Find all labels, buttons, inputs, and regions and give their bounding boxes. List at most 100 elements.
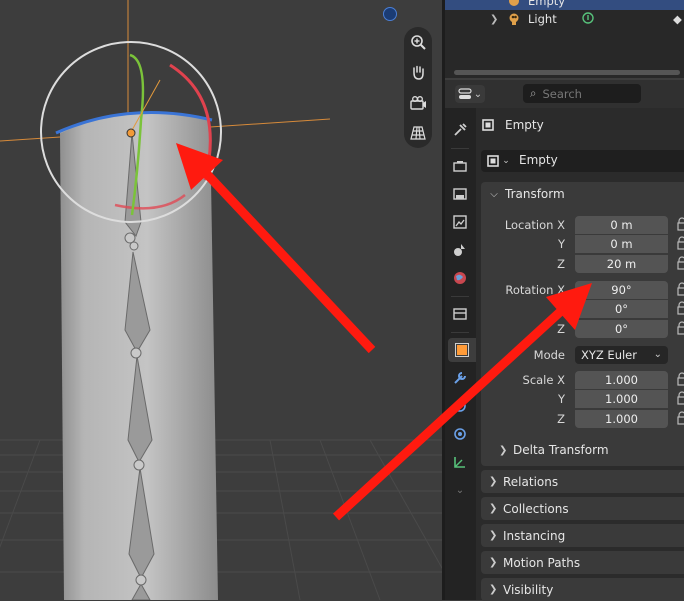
- object-properties: Empty ⌄ Empty ⌵ Transform Location X 0 m…: [481, 108, 684, 601]
- zoom-icon[interactable]: [407, 31, 429, 53]
- visibility-panel[interactable]: ❯ Visibility: [481, 578, 684, 601]
- properties-tabs: ⌄: [445, 108, 476, 600]
- chevron-right-icon: ❯: [489, 476, 498, 487]
- panel-title: Relations: [503, 474, 559, 489]
- visibility-eye-icon[interactable]: ◆: [673, 12, 682, 26]
- outliner-item-label: Light: [528, 12, 557, 26]
- outliner-row-light[interactable]: ❯ Light ◆: [445, 10, 684, 28]
- motion-paths-panel[interactable]: ❯ Motion Paths: [481, 551, 684, 574]
- editor-type-button[interactable]: ⌄: [455, 85, 485, 103]
- rotation-z-row: Z 0°: [481, 319, 684, 339]
- world-tab-icon[interactable]: [448, 266, 472, 290]
- relations-panel[interactable]: ❯ Relations: [481, 470, 684, 493]
- panel-title: Motion Paths: [503, 555, 581, 570]
- lock-icon[interactable]: [677, 301, 684, 315]
- object-tab-icon[interactable]: [448, 338, 476, 362]
- search-icon: ⌕: [530, 86, 537, 100]
- panel-title: Transform: [505, 187, 565, 201]
- field-label: Z: [557, 322, 565, 336]
- outliner-item-label: Empty: [528, 0, 566, 8]
- chevron-right-icon: ❯: [489, 557, 498, 568]
- lock-icon[interactable]: [677, 282, 684, 296]
- transform-panel: ⌵ Transform Location X 0 m Y 0 m Z 20 m …: [481, 182, 684, 466]
- scale-x-row: Scale X 1.000: [481, 370, 684, 390]
- rotation-x-field[interactable]: 90°: [575, 281, 668, 299]
- lock-icon[interactable]: [677, 391, 684, 405]
- object-title-text: Empty: [505, 118, 544, 132]
- empty-object-icon: [507, 0, 521, 8]
- field-label: Y: [557, 392, 565, 406]
- rotation-mode-value: XYZ Euler: [581, 348, 637, 362]
- scale-z-row: Z 1.000: [481, 409, 684, 429]
- perspective-grid-icon[interactable]: [407, 122, 429, 144]
- panel-title: Visibility: [503, 582, 554, 597]
- physics-tab-icon[interactable]: [448, 422, 472, 446]
- object-square-icon: [487, 155, 500, 167]
- field-label: Y: [557, 302, 565, 316]
- light-bulb-icon: [507, 12, 521, 26]
- properties-search-input[interactable]: ⌕ Search: [523, 84, 641, 103]
- lock-icon[interactable]: [677, 236, 684, 250]
- field-label: Scale X: [522, 373, 565, 387]
- collections-panel[interactable]: ❯ Collections: [481, 497, 684, 520]
- output-tab-icon[interactable]: [448, 182, 472, 206]
- lock-icon[interactable]: [677, 321, 684, 335]
- rotation-mode-select[interactable]: XYZ Euler ⌄: [575, 346, 668, 364]
- chevron-right-icon: ❯: [489, 503, 498, 514]
- chevron-down-icon: ⌄: [653, 349, 662, 360]
- chevron-right-icon: ❯: [499, 444, 508, 456]
- scale-y-field[interactable]: 1.000: [575, 390, 668, 408]
- camera-view-indicator[interactable]: [383, 7, 397, 21]
- instancing-panel[interactable]: ❯ Instancing: [481, 524, 684, 547]
- subpanel-title: Delta Transform: [513, 443, 609, 457]
- rotation-z-field[interactable]: 0°: [575, 320, 668, 338]
- constraints-tab-icon[interactable]: [448, 450, 472, 474]
- more-tabs-chevron-icon[interactable]: ⌄: [448, 478, 472, 502]
- editor-type-icon: [458, 88, 472, 99]
- lock-icon[interactable]: [677, 217, 684, 231]
- object-type-dropdown[interactable]: ⌄: [484, 152, 512, 170]
- scale-x-field[interactable]: 1.000: [575, 371, 668, 389]
- pan-hand-icon[interactable]: [407, 61, 429, 83]
- 3d-viewport[interactable]: [0, 0, 442, 600]
- modifier-wrench-icon[interactable]: [448, 366, 472, 390]
- field-label: Rotation X: [505, 283, 565, 297]
- light-data-icon[interactable]: [581, 11, 595, 28]
- outliner-row-empty[interactable]: Empty: [445, 0, 684, 10]
- field-label: Y: [557, 237, 565, 251]
- expand-arrow-icon[interactable]: ❯: [490, 14, 498, 25]
- scale-z-field[interactable]: 1.000: [575, 410, 668, 428]
- rotation-x-row: Rotation X 90°: [481, 280, 684, 300]
- tool-tab-icon[interactable]: [448, 118, 472, 142]
- field-label: Location X: [504, 218, 565, 232]
- rotation-y-row: Y 0°: [481, 299, 684, 319]
- view-layer-tab-icon[interactable]: [448, 210, 472, 234]
- object-title: Empty: [481, 118, 544, 132]
- camera-view-icon[interactable]: [407, 92, 429, 114]
- panel-title: Instancing: [503, 528, 566, 543]
- rotation-y-field[interactable]: 0°: [575, 300, 668, 318]
- properties-header: ⌄ ⌕ Search: [445, 80, 684, 108]
- lock-icon[interactable]: [677, 411, 684, 425]
- outliner-scrollbar[interactable]: [454, 70, 680, 75]
- rotation-mode-row: Mode XYZ Euler ⌄: [481, 345, 684, 365]
- object-name-input[interactable]: Empty: [519, 153, 558, 167]
- location-z-field[interactable]: 20 m: [575, 255, 668, 273]
- lock-icon[interactable]: [677, 256, 684, 270]
- location-y-field[interactable]: 0 m: [575, 235, 668, 253]
- transform-panel-header[interactable]: ⌵ Transform: [481, 182, 684, 206]
- chevron-down-icon: ⌵: [490, 188, 498, 200]
- lock-icon[interactable]: [677, 372, 684, 386]
- location-x-row: Location X 0 m: [481, 215, 684, 235]
- delta-transform-subpanel[interactable]: ❯ Delta Transform: [499, 440, 679, 460]
- viewport-scene: [0, 0, 442, 600]
- particles-tab-icon[interactable]: [448, 394, 472, 418]
- search-placeholder: Search: [542, 86, 582, 101]
- properties-editor: ⌄ ⌕ Search ⌄ Empty ⌄ Empty ⌵ Transform L…: [445, 80, 684, 601]
- location-y-row: Y 0 m: [481, 234, 684, 254]
- scene-tab-icon[interactable]: [448, 238, 472, 262]
- location-x-field[interactable]: 0 m: [575, 216, 668, 234]
- render-tab-icon[interactable]: [448, 154, 472, 178]
- field-label: Z: [557, 257, 565, 271]
- collection-tab-icon[interactable]: [448, 302, 472, 326]
